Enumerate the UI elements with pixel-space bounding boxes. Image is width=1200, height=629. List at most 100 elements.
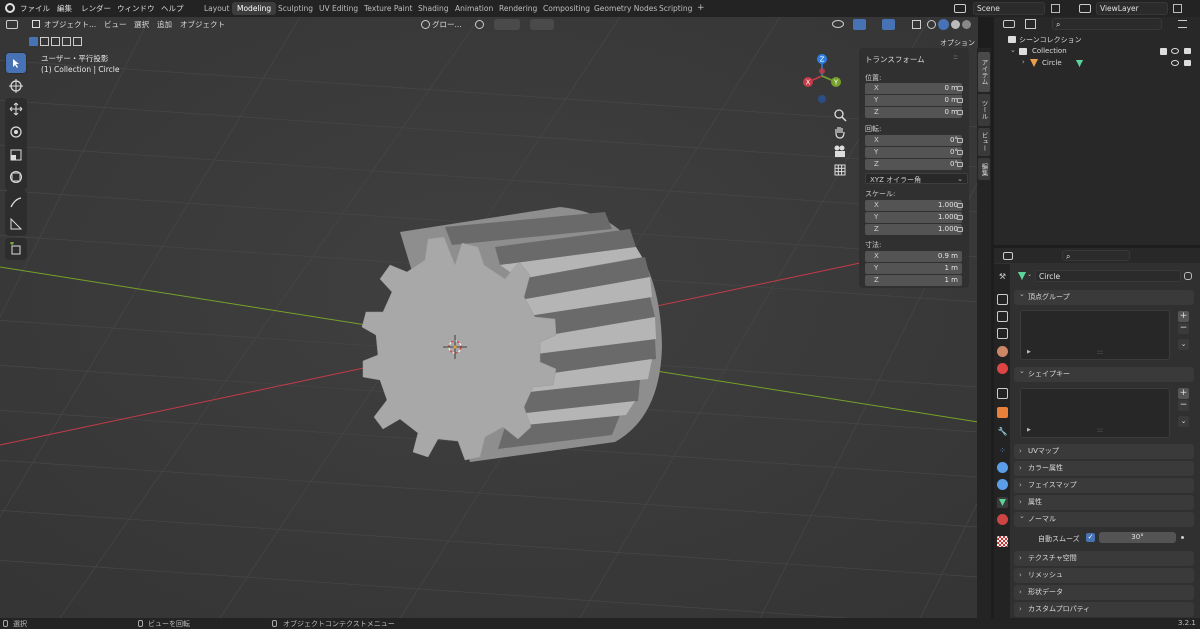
scale-tool[interactable] xyxy=(6,145,26,165)
modifier-wrench-icon[interactable]: 🔧 xyxy=(997,426,1008,437)
measure-tool[interactable] xyxy=(6,214,26,234)
snap-toggle[interactable] xyxy=(494,19,520,30)
zoom-icon[interactable] xyxy=(833,108,847,122)
list-resize-handle[interactable]: ::: xyxy=(1097,427,1103,434)
remove-shape-key-button[interactable]: − xyxy=(1178,400,1189,411)
list-triangle-icon[interactable]: ▶ xyxy=(1027,427,1031,433)
camera-view-icon[interactable] xyxy=(833,144,847,158)
select-box-tool[interactable] xyxy=(6,53,26,73)
output-tab-icon[interactable] xyxy=(997,311,1008,322)
tab-texture-paint[interactable]: Texture Paint xyxy=(359,2,417,15)
lock-location-x-icon[interactable] xyxy=(957,86,963,91)
view-layer-icon[interactable] xyxy=(1079,4,1091,13)
scene-browse-icon[interactable] xyxy=(1051,4,1060,13)
mesh-data-icon[interactable] xyxy=(1076,60,1083,67)
dimensions-x-field[interactable]: X 0.9 m xyxy=(865,251,962,262)
mesh-name-field[interactable]: Circle xyxy=(1035,270,1181,282)
expand-object-icon[interactable]: › xyxy=(1022,58,1025,66)
dimensions-z-field[interactable]: Z 1 m xyxy=(865,275,962,286)
lock-location-y-icon[interactable] xyxy=(957,98,963,103)
overlay-toggle-icon[interactable] xyxy=(882,19,895,30)
section-normals[interactable]: ノーマル xyxy=(1014,509,1194,527)
tab-view[interactable]: ビュー xyxy=(978,128,990,156)
pan-hand-icon[interactable] xyxy=(833,125,847,139)
section-vertex-groups[interactable]: 頂点グループ xyxy=(1014,287,1194,305)
tab-animation[interactable]: Animation xyxy=(450,2,498,15)
object-label[interactable]: Circle xyxy=(1042,59,1062,67)
dimensions-y-field[interactable]: Y 1 m xyxy=(865,263,962,274)
scale-y-field[interactable]: Y 1.000 xyxy=(865,212,962,223)
camera-render-icon[interactable] xyxy=(1184,48,1191,54)
panel-drag-handle-icon[interactable]: ::: xyxy=(953,53,958,61)
blender-logo-icon[interactable] xyxy=(5,3,15,13)
expand-collection-icon[interactable]: ⌄ xyxy=(1010,46,1016,54)
section-texture-space[interactable]: テクスチャ空間 xyxy=(1014,551,1194,566)
menu-file[interactable]: ファイル xyxy=(20,3,50,14)
menu-object[interactable]: オブジェクト xyxy=(180,19,225,30)
editor-type-icon[interactable] xyxy=(6,20,18,29)
solid-shading-icon[interactable] xyxy=(938,19,949,30)
tab-uv-editing[interactable]: UV Editing xyxy=(314,2,363,15)
add-cube-tool[interactable] xyxy=(6,239,26,259)
vertex-group-specials-button[interactable]: ⌄ xyxy=(1178,339,1189,350)
tab-tool[interactable]: ツール xyxy=(978,94,990,126)
list-resize-handle[interactable]: ::: xyxy=(1097,349,1103,356)
menu-edit[interactable]: 編集 xyxy=(57,3,72,14)
data-browse-chevron-icon[interactable]: ⌄ xyxy=(1027,271,1032,278)
menu-view[interactable]: ビュー xyxy=(104,19,127,30)
vertex-groups-list[interactable]: ▶ ::: xyxy=(1020,310,1170,360)
gizmo-toggle-icon[interactable] xyxy=(853,19,866,30)
xray-toggle-icon[interactable] xyxy=(912,20,921,29)
section-color-attributes[interactable]: カラー属性 xyxy=(1014,461,1194,476)
tab-rendering[interactable]: Rendering xyxy=(494,2,542,15)
select-invert-icon[interactable] xyxy=(62,37,71,46)
rotation-mode-dropdown[interactable]: XYZ オイラー角 ⌄ xyxy=(865,173,968,184)
rotation-y-field[interactable]: Y 0° xyxy=(865,147,962,158)
section-shape-data[interactable]: 形状データ xyxy=(1014,585,1194,600)
eye-visibility-icon[interactable] xyxy=(1171,48,1179,54)
lock-scale-x-icon[interactable] xyxy=(957,203,963,208)
lock-location-z-icon[interactable] xyxy=(957,110,963,115)
filter-icon[interactable] xyxy=(1178,20,1187,28)
gear-mesh[interactable] xyxy=(361,207,662,462)
physics-tab-icon[interactable] xyxy=(997,462,1008,473)
material-shading-icon[interactable] xyxy=(951,20,960,29)
lock-rotation-y-icon[interactable] xyxy=(957,150,963,155)
rendered-shading-icon[interactable] xyxy=(962,20,971,29)
render-tab-icon[interactable] xyxy=(997,294,1008,305)
section-face-maps[interactable]: フェイスマップ xyxy=(1014,478,1194,493)
scene-tab-icon[interactable] xyxy=(997,346,1008,357)
options-dropdown[interactable]: オプション xyxy=(940,38,975,48)
material-tab-icon[interactable] xyxy=(997,514,1008,525)
texture-tab-icon[interactable] xyxy=(997,536,1008,547)
ortho-grid-icon[interactable] xyxy=(833,163,847,177)
move-tool[interactable] xyxy=(6,99,26,119)
menu-render[interactable]: レンダー xyxy=(81,3,111,14)
lock-scale-y-icon[interactable] xyxy=(957,215,963,220)
view-layer-field[interactable]: ViewLayer xyxy=(1096,2,1168,15)
scene-field[interactable]: Scene xyxy=(973,2,1045,15)
transform-orientation-dropdown[interactable]: グロー... xyxy=(432,19,462,30)
remove-vertex-group-button[interactable]: − xyxy=(1178,323,1189,334)
collection-label[interactable]: Collection xyxy=(1032,47,1067,55)
location-y-field[interactable]: Y 0 m xyxy=(865,95,962,106)
section-shape-keys[interactable]: シェイプキー xyxy=(1014,364,1194,382)
collection-tab-icon[interactable] xyxy=(997,388,1008,399)
filter-display-icon[interactable] xyxy=(1025,19,1036,29)
annotate-tool[interactable] xyxy=(6,192,26,212)
lock-scale-z-icon[interactable] xyxy=(957,227,963,232)
shape-keys-list[interactable]: ▶ ::: xyxy=(1020,388,1170,438)
rotate-tool[interactable] xyxy=(6,122,26,142)
animate-property-icon[interactable] xyxy=(1181,536,1184,539)
mode-dropdown[interactable]: オブジェクト... xyxy=(44,19,96,30)
select-new-icon[interactable] xyxy=(29,37,38,46)
properties-editor-icon[interactable] xyxy=(1003,252,1013,260)
outliner-editor-icon[interactable] xyxy=(1003,20,1015,28)
pivot-icon[interactable] xyxy=(475,20,484,29)
scale-z-field[interactable]: Z 1.000 xyxy=(865,224,962,235)
menu-select[interactable]: 選択 xyxy=(134,19,149,30)
tab-compositing[interactable]: Compositing xyxy=(538,2,595,15)
tab-item[interactable]: アイテム xyxy=(978,52,990,92)
tab-layout[interactable]: Layout xyxy=(199,2,235,15)
transform-panel-title[interactable]: トランスフォーム xyxy=(865,54,925,65)
